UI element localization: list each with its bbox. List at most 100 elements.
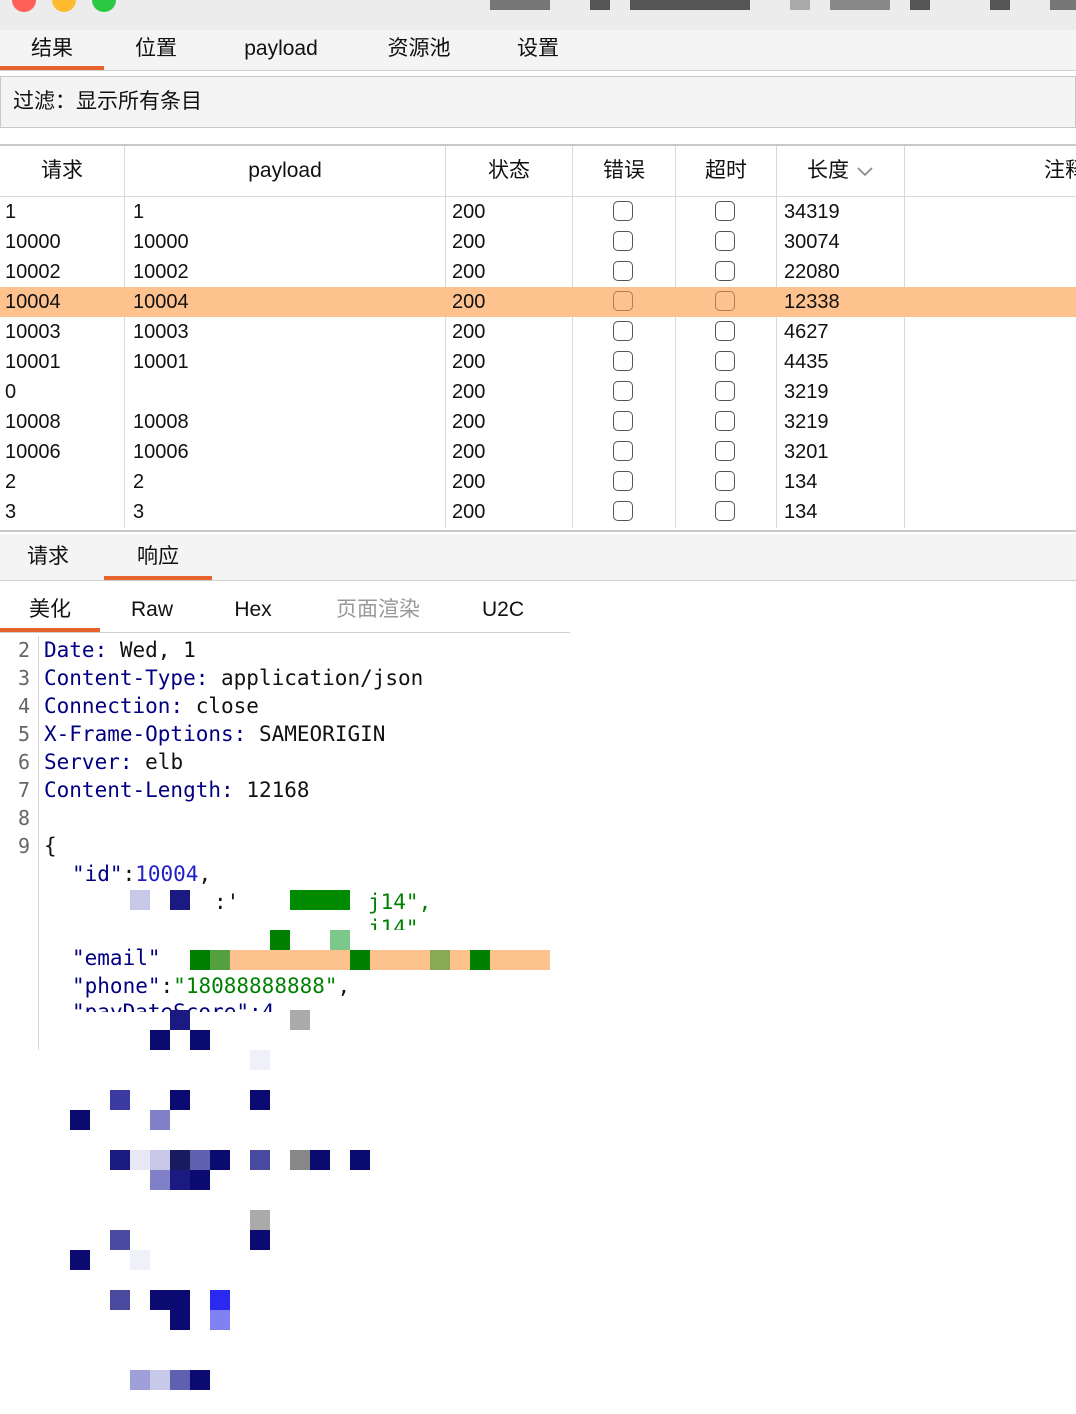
cell-request: 2	[5, 471, 17, 493]
redaction-pixel	[170, 1370, 190, 1390]
cell-payload: 3	[133, 501, 145, 523]
filter-bar[interactable]: 过滤：显示所有条目	[0, 76, 1076, 128]
timeout-checkbox[interactable]	[715, 291, 735, 311]
error-checkbox[interactable]	[613, 441, 633, 461]
cell-payload: 10004	[133, 291, 189, 313]
column-header-status[interactable]: 状态	[446, 146, 572, 196]
timeout-checkbox[interactable]	[715, 441, 735, 461]
tab-request[interactable]: 请求	[0, 534, 96, 580]
timeout-checkbox[interactable]	[715, 321, 735, 341]
error-checkbox[interactable]	[613, 201, 633, 221]
redaction-pixel	[150, 1110, 170, 1130]
timeout-checkbox[interactable]	[715, 411, 735, 431]
column-header-payload[interactable]: payload	[125, 146, 445, 196]
timeout-checkbox[interactable]	[715, 231, 735, 251]
cell-request: 10004	[5, 291, 61, 313]
redaction-pixel	[150, 1150, 170, 1170]
timeout-checkbox[interactable]	[715, 351, 735, 371]
error-checkbox[interactable]	[613, 291, 633, 311]
redacted-block	[790, 0, 810, 10]
tab-pretty[interactable]: 美化	[0, 590, 100, 632]
table-row[interactable]: 10006 10006 200 3201	[0, 437, 1076, 467]
timeout-checkbox[interactable]	[715, 201, 735, 221]
column-header-comment[interactable]: 注释	[1044, 146, 1076, 196]
redacted-block	[490, 0, 550, 10]
tab-payload[interactable]: payload	[222, 30, 340, 70]
error-checkbox[interactable]	[613, 231, 633, 251]
tab-hex[interactable]: Hex	[212, 590, 294, 630]
error-checkbox[interactable]	[613, 321, 633, 341]
redacted-block	[630, 0, 750, 10]
redaction-pixel	[290, 890, 350, 910]
table-row[interactable]: 10008 10008 200 3219	[0, 407, 1076, 437]
redaction-pixel	[190, 1170, 210, 1190]
table-row[interactable]: 10002 10002 200 22080	[0, 257, 1076, 287]
cell-length: 34319	[784, 201, 840, 223]
header-name: X-Frame-Options	[44, 722, 234, 746]
line-number: 5	[17, 722, 30, 746]
redaction-pixel	[250, 1230, 270, 1250]
redaction-pixel	[130, 890, 150, 910]
redaction-pixel	[130, 1150, 150, 1170]
header-line-connection: Connection: close	[44, 694, 259, 718]
line-number: 8	[17, 806, 30, 830]
error-checkbox[interactable]	[613, 351, 633, 371]
table-row[interactable]: 10000 10000 200 30074	[0, 227, 1076, 257]
header-value: Wed, 1	[107, 638, 196, 662]
header-line-date: Date: Wed, 1	[44, 638, 196, 662]
redaction-pixel	[210, 1290, 230, 1310]
tab-results[interactable]: 结果	[0, 30, 104, 70]
zoom-window-icon[interactable]	[92, 0, 116, 12]
tab-response[interactable]: 响应	[104, 534, 212, 580]
cell-request: 0	[5, 381, 17, 403]
table-row[interactable]: 2 2 200 134	[0, 467, 1076, 497]
redaction-pixel	[190, 1370, 210, 1390]
cell-payload: 10002	[133, 261, 189, 283]
error-checkbox[interactable]	[613, 261, 633, 281]
cell-length: 30074	[784, 231, 840, 253]
table-row[interactable]: 1 1 200 34319	[0, 197, 1076, 227]
table-row[interactable]: 0 200 3219	[0, 377, 1076, 407]
error-checkbox[interactable]	[613, 411, 633, 431]
redaction-pixel	[290, 1010, 310, 1030]
header-name: Date	[44, 638, 95, 662]
timeout-checkbox[interactable]	[715, 381, 735, 401]
column-header-request[interactable]: 请求	[0, 146, 124, 196]
redaction-pixel	[130, 1370, 150, 1390]
timeout-checkbox[interactable]	[715, 471, 735, 491]
cell-status: 200	[452, 501, 486, 523]
error-checkbox[interactable]	[613, 471, 633, 491]
column-header-error[interactable]: 错误	[573, 146, 675, 196]
cell-status: 200	[452, 411, 486, 433]
timeout-checkbox[interactable]	[715, 501, 735, 521]
close-window-icon[interactable]	[12, 0, 36, 12]
error-checkbox[interactable]	[613, 501, 633, 521]
json-fragment-cut: j14"	[368, 916, 419, 930]
cell-request: 10001	[5, 351, 61, 373]
table-row[interactable]: 3 3 200 134	[0, 497, 1076, 527]
redaction-pixel	[250, 1150, 270, 1170]
line-number: 3	[17, 666, 30, 690]
redaction-pixel	[190, 1030, 210, 1050]
cell-length: 12338	[784, 291, 840, 313]
minimize-window-icon[interactable]	[52, 0, 76, 12]
column-header-timeout[interactable]: 超时	[676, 146, 776, 196]
redaction-pixel	[170, 1170, 190, 1190]
redacted-block	[990, 0, 1010, 10]
redaction-pixel	[270, 930, 290, 950]
tab-settings[interactable]: 设置	[490, 30, 586, 70]
tab-raw[interactable]: Raw	[106, 590, 198, 630]
table-row[interactable]: 10004 10004 200 12338	[0, 287, 1076, 317]
tab-render[interactable]: 页面渲染	[320, 590, 436, 630]
table-row[interactable]: 10003 10003 200 4627	[0, 317, 1076, 347]
view-tab-bar: 美化 Raw Hex 页面渲染 U2C	[0, 590, 570, 633]
cell-payload: 10003	[133, 321, 189, 343]
tab-u2c[interactable]: U2C	[466, 590, 540, 630]
table-row[interactable]: 10001 10001 200 4435	[0, 347, 1076, 377]
redaction-pixel	[130, 1250, 150, 1270]
timeout-checkbox[interactable]	[715, 261, 735, 281]
header-name: Content-Length	[44, 778, 222, 802]
tab-resource-pool[interactable]: 资源池	[360, 30, 478, 70]
tab-positions[interactable]: 位置	[104, 30, 208, 70]
error-checkbox[interactable]	[613, 381, 633, 401]
